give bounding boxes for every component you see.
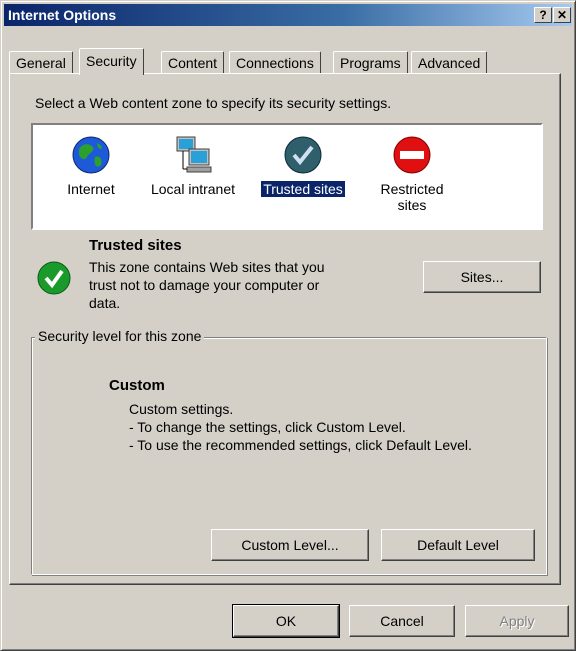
zone-label-internet: Internet	[67, 181, 115, 197]
zone-label-restricted-line2: sites	[397, 197, 427, 213]
zone-description-line1: This zone contains Web sites that you	[89, 259, 325, 275]
internet-options-window: Internet Options ? ✕ General Security Co…	[0, 0, 576, 651]
zone-trusted-sites[interactable]: Trusted sites	[255, 135, 351, 198]
security-level-line2: - To change the settings, click Custom L…	[129, 419, 406, 435]
security-level-line3: - To use the recommended settings, click…	[129, 437, 472, 453]
apply-button-label: Apply	[499, 613, 535, 629]
custom-level-button[interactable]: Custom Level...	[211, 529, 369, 561]
tab-programs[interactable]: Programs	[333, 51, 408, 74]
sites-button-label: Sites...	[460, 269, 504, 285]
default-level-button[interactable]: Default Level	[381, 529, 535, 561]
zone-label-local-intranet: Local intranet	[150, 181, 236, 197]
security-level-line1: Custom settings.	[129, 401, 234, 417]
zone-local-intranet[interactable]: Local intranet	[143, 135, 243, 197]
globe-icon	[71, 135, 111, 175]
cancel-button-label: Cancel	[380, 613, 424, 629]
title-bar[interactable]: Internet Options ? ✕	[4, 4, 572, 26]
tab-connections[interactable]: Connections	[229, 51, 321, 74]
tab-security[interactable]: Security	[79, 48, 144, 75]
close-button[interactable]: ✕	[553, 7, 571, 23]
trusted-checkmark-icon	[37, 261, 71, 295]
custom-level-button-label: Custom Level...	[241, 537, 339, 553]
security-level-name: Custom	[109, 377, 165, 394]
zone-list[interactable]: Internet Local intranet Trusted sites Re…	[31, 123, 543, 230]
network-computers-icon	[173, 135, 213, 175]
zone-description-line2: trust not to damage your computer or	[89, 277, 320, 293]
selected-zone-title: Trusted sites	[89, 237, 182, 254]
cancel-button[interactable]: Cancel	[349, 605, 455, 637]
tab-general[interactable]: General	[9, 51, 73, 74]
ok-button-label: OK	[275, 613, 297, 629]
zone-label-restricted-line1: Restricted	[380, 181, 444, 197]
checkmark-icon	[283, 135, 323, 175]
window-title: Internet Options	[8, 7, 117, 23]
no-entry-icon	[392, 135, 432, 175]
ok-button[interactable]: OK	[232, 604, 340, 638]
zone-description-line3: data.	[89, 295, 121, 311]
tab-content[interactable]: Content	[161, 51, 225, 74]
default-level-button-label: Default Level	[417, 537, 499, 553]
zone-instruction: Select a Web content zone to specify its…	[35, 95, 392, 111]
zone-internet[interactable]: Internet	[51, 135, 131, 197]
apply-button[interactable]: Apply	[465, 605, 569, 637]
sites-button[interactable]: Sites...	[423, 261, 541, 293]
zone-restricted-sites[interactable]: Restricted sites	[367, 135, 457, 213]
security-level-group-label: Security level for this zone	[35, 328, 205, 344]
help-button[interactable]: ?	[534, 7, 552, 23]
tab-advanced[interactable]: Advanced	[411, 51, 488, 74]
zone-label-trusted-sites: Trusted sites	[260, 180, 346, 198]
